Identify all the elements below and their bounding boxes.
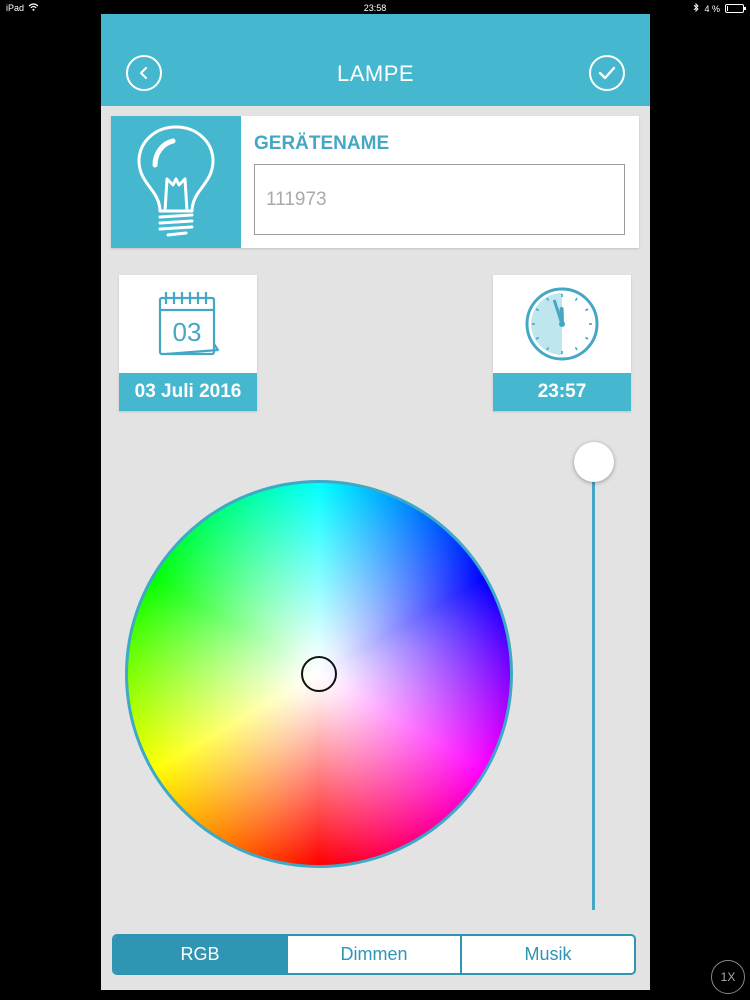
brightness-slider-knob[interactable]	[573, 442, 614, 482]
check-icon	[598, 66, 616, 80]
brightness-slider-track[interactable]	[592, 460, 595, 910]
device-icon-box	[111, 116, 241, 248]
color-wheel[interactable]	[125, 480, 513, 868]
tab-musik[interactable]: Musik	[460, 936, 634, 973]
time-value: 23:57	[493, 373, 631, 411]
tab-dimmen[interactable]: Dimmen	[286, 936, 460, 973]
time-tile[interactable]: 23:57	[493, 275, 631, 411]
calendar-icon: 03	[158, 292, 220, 356]
confirm-button[interactable]	[589, 55, 625, 91]
color-wheel-cursor[interactable]	[301, 656, 337, 692]
header-bar: LAMPE	[101, 14, 650, 106]
battery-icon	[725, 4, 746, 13]
date-tile-icon-area: 03	[119, 275, 257, 373]
time-tile-icon-area	[493, 275, 631, 373]
date-value: 03 Juli 2016	[119, 373, 257, 411]
page-title: LAMPE	[336, 61, 415, 86]
device-name-field[interactable]	[254, 164, 625, 235]
device-name-label: GERÄTENAME	[254, 133, 390, 154]
clock-icon	[525, 287, 599, 361]
lightbulb-icon	[137, 125, 215, 237]
device-card: GERÄTENAME	[111, 116, 639, 248]
status-right: 4 %	[693, 2, 746, 14]
bluetooth-icon	[693, 2, 700, 14]
app-window: LAMPE GERÄTENAME 111973 03 03 Juli 2016 …	[101, 14, 650, 990]
battery-fill	[727, 6, 728, 11]
status-time: 23:58	[363, 3, 387, 13]
battery-percent: 4 %	[704, 3, 720, 14]
zoom-badge[interactable]: 1X	[711, 960, 745, 994]
calendar-day: 03	[173, 317, 202, 347]
date-tile[interactable]: 03 03 Juli 2016	[119, 275, 257, 411]
mode-tabs: RGB Dimmen Musik	[112, 934, 636, 975]
tab-rgb[interactable]: RGB	[114, 936, 286, 973]
